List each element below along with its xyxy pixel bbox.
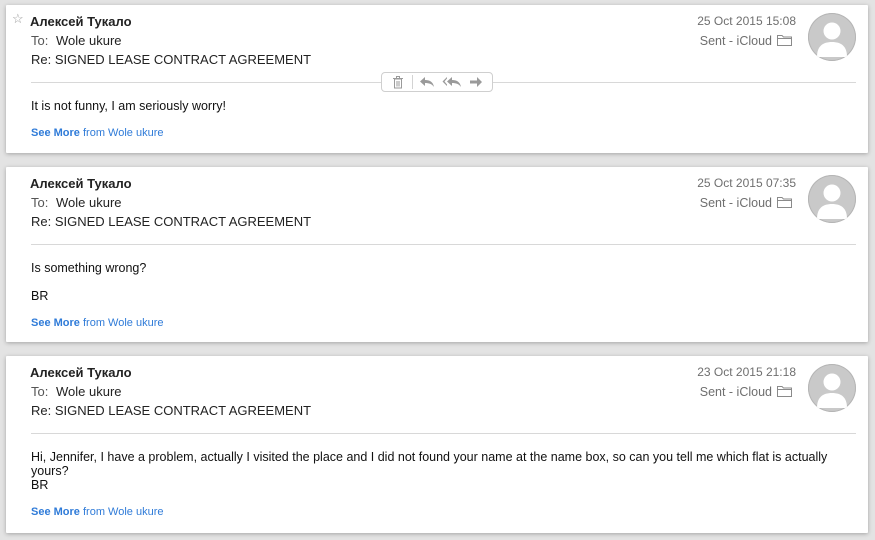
message-body-line: Is something wrong? xyxy=(31,261,147,275)
see-more-label[interactable]: See More xyxy=(31,317,80,329)
see-more-from[interactable]: from Wole ukure xyxy=(80,127,164,139)
mailbox-label: Sent - iCloud xyxy=(699,196,772,210)
to-label: To: xyxy=(31,384,49,399)
header-divider xyxy=(31,433,856,434)
folder-icon[interactable] xyxy=(777,195,792,208)
see-more-from[interactable]: from Wole ukure xyxy=(80,506,164,518)
avatar xyxy=(808,13,856,61)
message-date: 23 Oct 2015 21:18 xyxy=(697,365,796,379)
message-body-line: It is not funny, I am seriously worry! xyxy=(31,99,226,113)
avatar xyxy=(808,175,856,223)
see-more-from[interactable]: from Wole ukure xyxy=(80,317,164,329)
to-label: To: xyxy=(31,195,49,210)
recipient-name[interactable]: Wole ukure xyxy=(56,195,122,210)
message-date: 25 Oct 2015 15:08 xyxy=(697,14,796,28)
trash-icon[interactable] xyxy=(388,74,408,90)
mailbox-label: Sent - iCloud xyxy=(699,385,772,399)
forward-icon[interactable] xyxy=(466,74,486,90)
message-card[interactable]: Алексей Тукало To: Wole ukure Re: SIGNED… xyxy=(6,356,868,533)
folder-icon[interactable] xyxy=(777,384,792,397)
see-more-link[interactable]: See More from Wole ukure xyxy=(31,127,163,139)
see-more-label[interactable]: See More xyxy=(31,506,80,518)
message-body-line: BR xyxy=(31,289,49,303)
person-icon xyxy=(817,373,847,408)
subject-line: Re: SIGNED LEASE CONTRACT AGREEMENT xyxy=(31,52,312,67)
reply-icon[interactable] xyxy=(417,74,437,90)
mailbox-label: Sent - iCloud xyxy=(699,34,772,48)
subject-line: Re: SIGNED LEASE CONTRACT AGREEMENT xyxy=(31,214,312,229)
message-toolbar xyxy=(381,72,493,92)
message-card[interactable]: ☆ Алексей Тукало To: Wole ukure Re: SIGN… xyxy=(6,5,868,153)
see-more-label[interactable]: See More xyxy=(31,127,80,139)
toolbar-separator xyxy=(412,75,414,89)
message-card[interactable]: Алексей Тукало To: Wole ukure Re: SIGNED… xyxy=(6,167,868,342)
see-more-link[interactable]: See More from Wole ukure xyxy=(31,317,163,329)
message-body-line: Hi, Jennifer, I have a problem, actually… xyxy=(31,450,828,478)
sender-name: Алексей Тукало xyxy=(30,176,132,191)
subject-line: Re: SIGNED LEASE CONTRACT AGREEMENT xyxy=(31,403,312,418)
to-label: To: xyxy=(31,33,49,48)
sender-name: Алексей Тукало xyxy=(30,365,132,380)
recipient-name[interactable]: Wole ukure xyxy=(56,33,122,48)
sender-name: Алексей Тукало xyxy=(30,14,132,29)
star-icon[interactable]: ☆ xyxy=(12,12,24,26)
header-divider xyxy=(31,244,856,245)
message-body-line: BR xyxy=(31,478,49,492)
see-more-link[interactable]: See More from Wole ukure xyxy=(31,506,163,518)
recipient-name[interactable]: Wole ukure xyxy=(56,384,122,399)
message-date: 25 Oct 2015 07:35 xyxy=(697,176,796,190)
person-icon xyxy=(817,22,847,57)
person-icon xyxy=(817,184,847,219)
reply-all-icon[interactable] xyxy=(442,74,462,90)
avatar xyxy=(808,364,856,412)
folder-icon[interactable] xyxy=(777,33,792,46)
